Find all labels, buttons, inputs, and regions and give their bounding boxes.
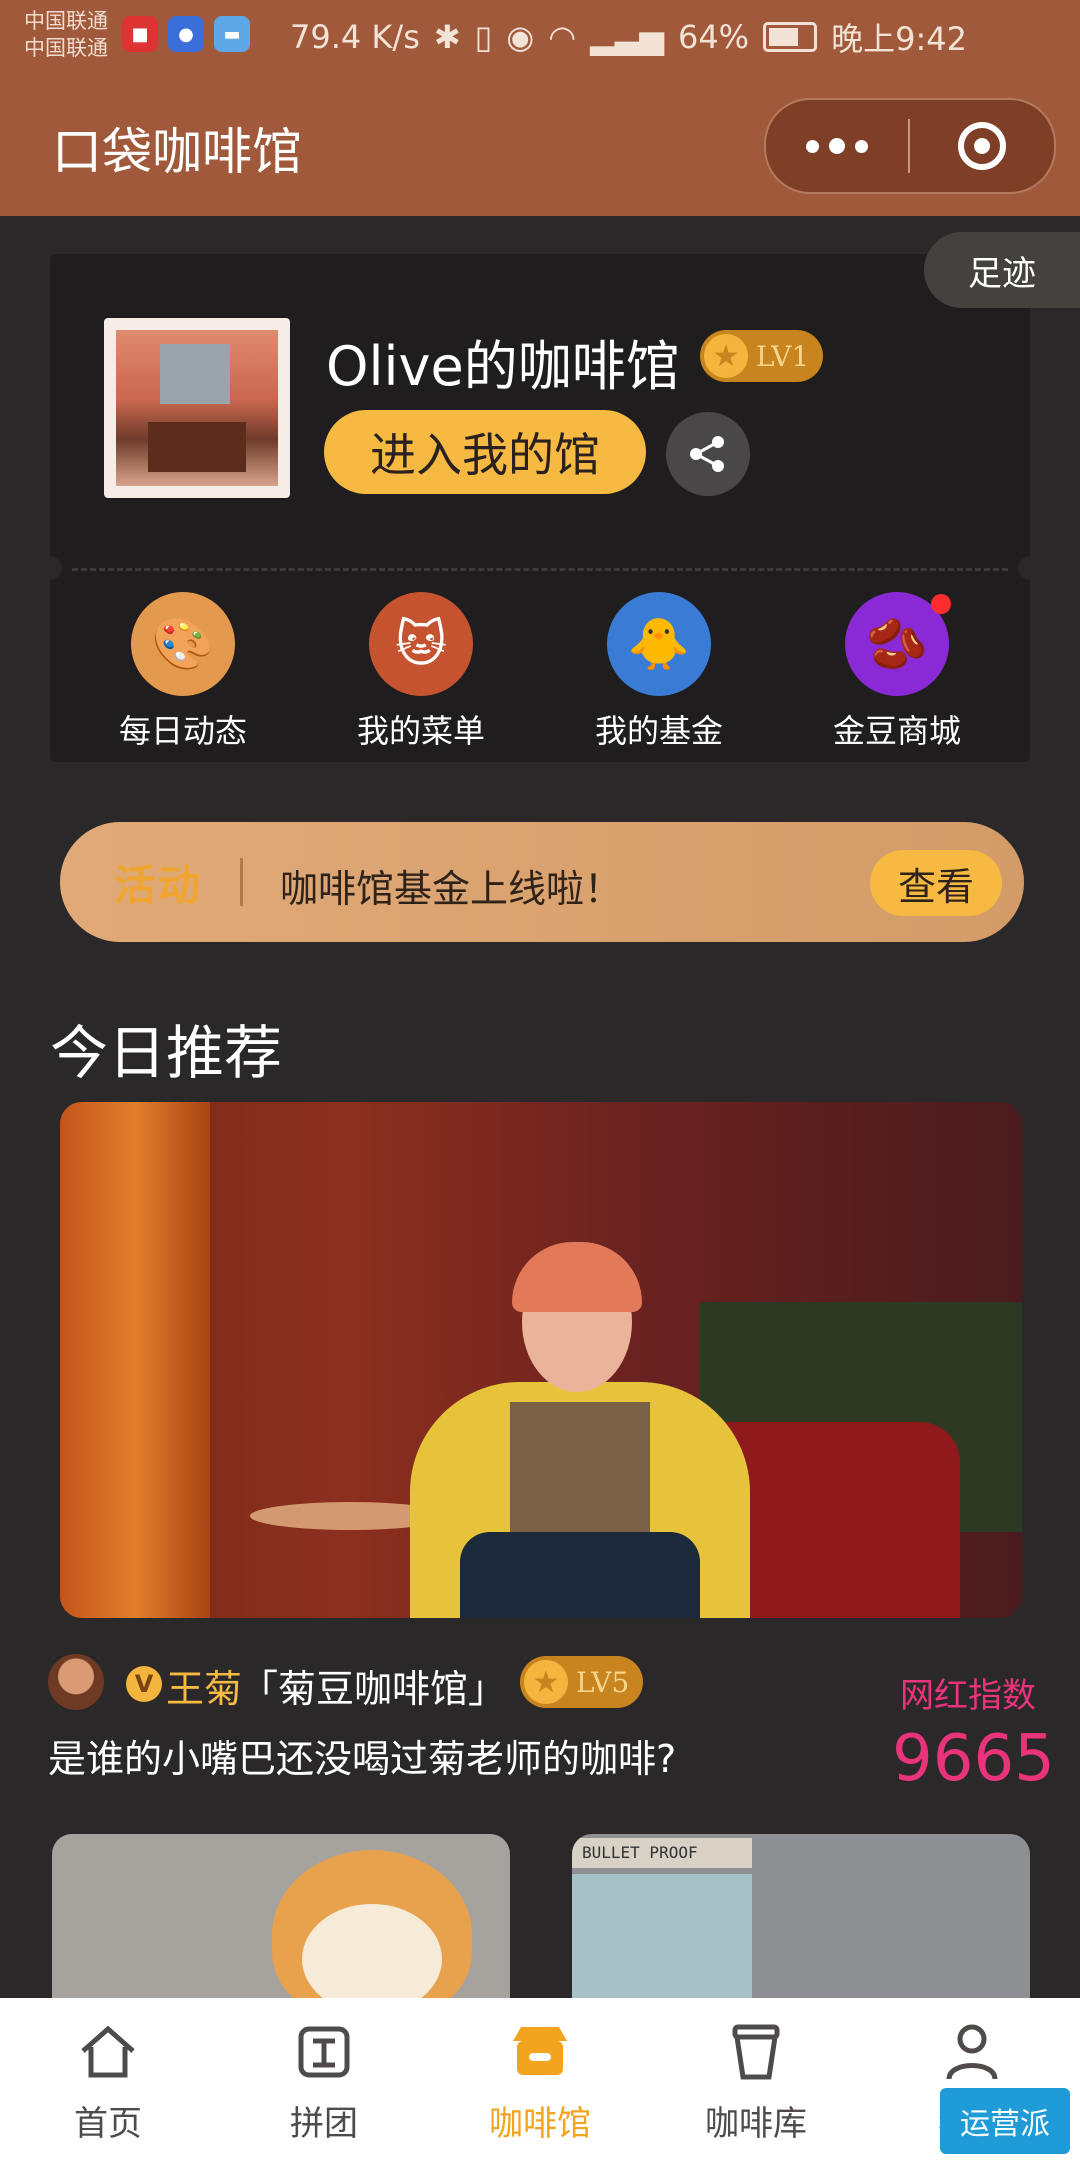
activity-banner[interactable]: 活动 咖啡馆基金上线啦！ 查看 xyxy=(60,822,1024,942)
level-text: LV1 xyxy=(756,339,810,373)
clock: 晚上9:42 xyxy=(831,20,967,58)
vibrate-icon: ▯ xyxy=(474,18,493,56)
carrier-2: 中国联通 xyxy=(24,36,108,60)
tab-label: 拼团 xyxy=(290,2104,358,2144)
tab-home[interactable]: 首页 xyxy=(0,1998,216,2160)
feature-daily-news[interactable]: 🎨 每日动态 xyxy=(88,592,278,752)
shop-name: Olive的咖啡馆 xyxy=(326,335,680,398)
footprint-button[interactable]: 足迹 xyxy=(924,232,1080,308)
feature-label: 每日动态 xyxy=(118,712,247,750)
shop-thumbnail[interactable]: BULLET PROOF xyxy=(572,1834,1030,2014)
enter-shop-button[interactable]: 进入我的馆 xyxy=(324,410,646,494)
close-button[interactable] xyxy=(910,122,1054,170)
dot-icon xyxy=(855,139,868,153)
author-level-badge: ★ LV5 xyxy=(520,1656,644,1708)
avatar-building xyxy=(160,344,230,404)
tab-group-buy[interactable]: 拼团 xyxy=(216,1998,432,2160)
notification-icons: ■ ● ▬ xyxy=(122,16,250,52)
star-icon: ★ xyxy=(524,1660,568,1704)
author-name[interactable]: 王菊 xyxy=(166,1658,242,1713)
level-badge: ★ LV1 xyxy=(700,330,824,382)
carrier-1: 中国联通 xyxy=(24,9,108,33)
figure-skirt xyxy=(460,1532,700,1618)
news-app-icon: ■ xyxy=(122,16,158,52)
activity-separator xyxy=(240,858,243,906)
feature-my-fund[interactable]: 🐥 我的基金 xyxy=(564,592,754,752)
battery-percent: 64% xyxy=(677,18,750,56)
share-button[interactable] xyxy=(666,412,750,496)
tab-bar: 首页 拼团 咖啡馆 咖啡库 我的 xyxy=(0,1998,1080,2160)
ticket-notch xyxy=(1018,556,1042,580)
curtain xyxy=(60,1102,210,1618)
status-right: 79.4 K/s ✱ ▯ ◉ ◠ ▂▃▅ 64% 晚上9:42 xyxy=(290,14,967,60)
lucky-cat-icon: 🐱 xyxy=(369,592,473,696)
tab-coffee-shop[interactable]: 咖啡馆 xyxy=(432,1998,648,2160)
watermark-logo: 运营派 xyxy=(940,2088,1070,2154)
profile-icon xyxy=(936,2016,1008,2088)
feature-label: 我的菜单 xyxy=(356,712,485,750)
home-icon xyxy=(72,2016,144,2088)
battery-icon xyxy=(763,22,818,52)
verified-icon: V xyxy=(126,1666,162,1702)
cup-icon xyxy=(720,2016,792,2088)
net-speed: 79.4 K/s xyxy=(290,18,420,56)
author-shop-name[interactable]: 「菊豆咖啡馆」 xyxy=(240,1658,506,1713)
level-text: LV5 xyxy=(576,1665,630,1699)
status-bar: 中国联通 中国联通 ■ ● ▬ 79.4 K/s ✱ ▯ ◉ ◠ ▂▃▅ 64%… xyxy=(0,0,1080,72)
tab-coffee-library[interactable]: 咖啡库 xyxy=(648,1998,864,2160)
target-icon xyxy=(958,122,1006,170)
popularity-label: 网红指数 xyxy=(900,1676,1036,1716)
group-buy-icon xyxy=(288,2016,360,2088)
activity-text: 咖啡馆基金上线啦！ xyxy=(280,867,623,911)
palette-icon: 🎨 xyxy=(131,592,235,696)
shop-thumbnail[interactable] xyxy=(52,1834,510,2014)
notification-dot xyxy=(931,594,951,614)
share-icon xyxy=(690,436,724,472)
shop-icon xyxy=(504,2016,576,2088)
more-button[interactable] xyxy=(766,100,908,192)
feature-bean-mall[interactable]: 🫘 金豆商城 xyxy=(802,592,992,752)
author-avatar[interactable] xyxy=(48,1654,104,1710)
wifi-icon: ◠ xyxy=(548,18,577,56)
tab-label: 咖啡库 xyxy=(705,2104,807,2144)
carrier-info: 中国联通 中国联通 xyxy=(24,8,108,62)
section-title: 今日推荐 xyxy=(50,1019,283,1087)
mini-program-capsule xyxy=(764,98,1056,194)
activity-tag: 活动 xyxy=(114,861,203,910)
chicken-icon: 🐥 xyxy=(607,592,711,696)
dot-icon xyxy=(806,139,819,153)
bank-app-icon: ● xyxy=(168,16,204,52)
feature-label: 我的基金 xyxy=(594,712,723,750)
star-icon: ★ xyxy=(704,334,748,378)
tab-label: 咖啡馆 xyxy=(489,2104,591,2144)
page-title: 口袋咖啡馆 xyxy=(52,123,302,181)
recommend-image[interactable] xyxy=(60,1102,1022,1618)
popularity-value: 9665 xyxy=(892,1722,1055,1796)
avatar-counter xyxy=(148,422,246,472)
feature-label: 金豆商城 xyxy=(832,712,961,750)
bluetooth-icon: ✱ xyxy=(433,18,461,56)
message-app-icon: ▬ xyxy=(214,16,250,52)
eye-icon: ◉ xyxy=(506,18,535,56)
dot-icon xyxy=(829,138,845,154)
card-divider xyxy=(72,568,1008,571)
ticket-notch xyxy=(38,556,62,580)
post-description: 是谁的小嘴巴还没喝过菊老师的咖啡? xyxy=(48,1737,677,1781)
bean-icon: 🫘 xyxy=(845,592,951,696)
figure-hair xyxy=(512,1242,642,1312)
tab-label: 首页 xyxy=(74,2104,142,2144)
window xyxy=(572,1874,752,2014)
shop-avatar[interactable] xyxy=(104,318,290,498)
feature-my-menu[interactable]: 🐱 我的菜单 xyxy=(326,592,516,752)
signal-icon: ▂▃▅ xyxy=(590,18,664,56)
nav-bar: 口袋咖啡馆 xyxy=(0,72,1080,216)
shop-sign: BULLET PROOF xyxy=(572,1838,752,1868)
view-button[interactable]: 查看 xyxy=(870,850,1002,916)
